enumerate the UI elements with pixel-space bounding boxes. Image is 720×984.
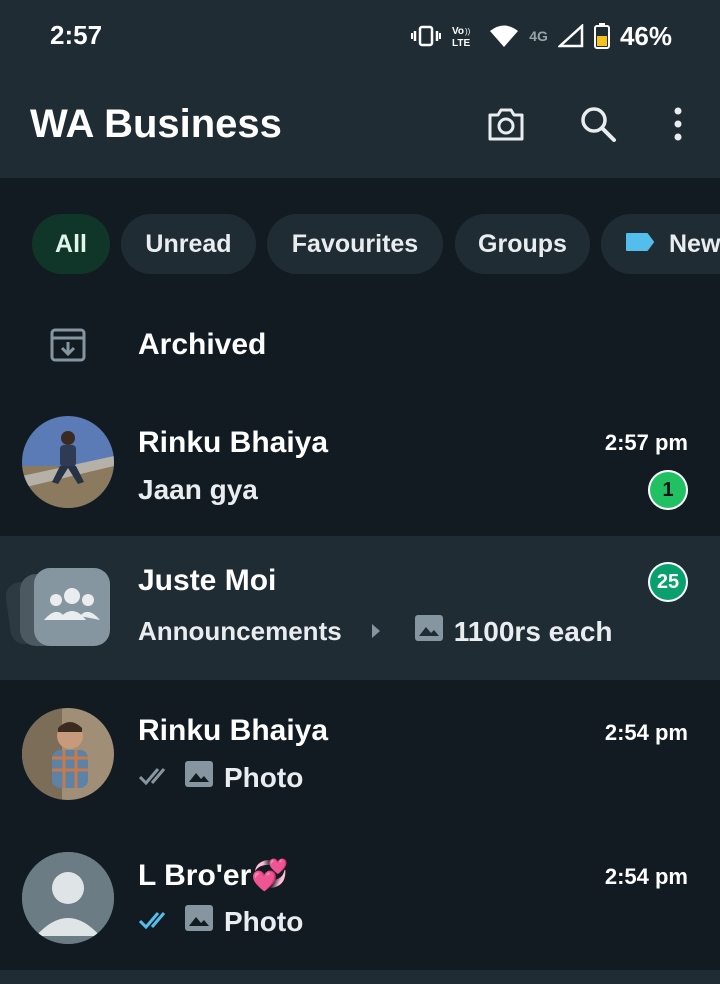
app-title: WA Business: [30, 102, 282, 146]
chat-preview-text: Jaan gya: [138, 474, 258, 505]
community-avatar: [4, 564, 114, 654]
chip-new[interactable]: New: [601, 214, 720, 274]
chip-unread[interactable]: Unread: [121, 214, 256, 274]
battery-percent: 46%: [619, 20, 672, 51]
chip-all-label: All: [55, 229, 87, 258]
unread-badge: 25: [648, 562, 688, 602]
announcement-group-label: Announcements: [138, 616, 342, 646]
network-type-label: 4G: [529, 28, 548, 44]
chip-new-label: New: [669, 229, 720, 258]
chat-row[interactable]: Rinku Bhaiya 2:54 pm Photo: [0, 690, 720, 830]
chat-name: Juste Moi: [138, 564, 277, 597]
chip-unread-label: Unread: [145, 229, 232, 258]
chip-groups-label: Groups: [478, 229, 567, 258]
chip-groups[interactable]: Groups: [455, 214, 590, 274]
archived-row[interactable]: Archived: [0, 300, 720, 390]
archived-label: Archived: [138, 328, 267, 361]
chip-favourites[interactable]: Favourites: [267, 214, 443, 274]
chip-favourites-label: Favourites: [291, 229, 419, 258]
chat-preview-text: Photo: [224, 761, 304, 793]
battery-icon: [593, 23, 610, 49]
chat-name: L Bro'er💞: [138, 859, 289, 892]
status-time: 2:57: [50, 20, 103, 50]
chat-name: Rinku Bhaiya: [138, 426, 329, 459]
status-icons: Vo)) LTE 4G 46%: [411, 18, 672, 54]
chip-all[interactable]: All: [32, 214, 110, 274]
double-tick-read-icon: [138, 906, 174, 938]
chat-preview: Photo: [138, 904, 303, 939]
chat-preview: Photo: [138, 760, 303, 795]
avatar-placeholder: [22, 852, 114, 944]
avatar: [22, 708, 114, 800]
svg-text:)): )): [465, 27, 471, 36]
chat-row[interactable]: Juste Moi 25 Announcements 1100rs each: [0, 536, 720, 680]
svg-text:LTE: LTE: [452, 38, 470, 49]
unread-badge: 1: [648, 470, 688, 510]
app-bar: WA Business: [0, 72, 720, 178]
camera-icon[interactable]: [484, 102, 528, 146]
signal-icon: [557, 24, 584, 48]
chat-name: Rinku Bhaiya: [138, 714, 329, 747]
chat-row[interactable]: Rinku Bhaiya 2:57 pm Jaan gya 1: [0, 398, 720, 534]
chat-time: 2:54 pm: [604, 720, 688, 745]
image-icon: [184, 760, 214, 795]
image-icon: [184, 904, 214, 939]
chat-row[interactable]: L Bro'er💞 2:54 pm Photo: [0, 834, 720, 970]
avatar: [22, 416, 114, 508]
double-tick-icon: [138, 762, 174, 794]
archive-icon: [48, 324, 92, 368]
vibrate-icon: [411, 24, 442, 48]
chat-preview: Announcements 1100rs each: [138, 614, 613, 649]
wifi-icon: [489, 24, 519, 48]
label-tag-icon: [625, 230, 655, 259]
chat-preview: Jaan gya: [138, 474, 258, 506]
svg-text:Vo: Vo: [452, 26, 464, 37]
chat-preview-text: 1100rs each: [453, 615, 613, 647]
search-icon[interactable]: [576, 102, 620, 146]
filter-chips: All Unread Favourites Groups New: [0, 214, 720, 276]
chat-time: 2:57 pm: [604, 430, 688, 455]
more-vert-icon[interactable]: [656, 102, 700, 146]
status-bar: 2:57 Vo)) LTE 4G 46%: [0, 0, 720, 72]
chevron-right-icon: [370, 616, 382, 647]
chat-time: 2:54 pm: [604, 864, 688, 889]
volte-icon: Vo)) LTE: [451, 23, 479, 49]
chat-preview-text: Photo: [224, 905, 304, 937]
image-icon: [414, 614, 444, 649]
bottom-divider: [0, 970, 720, 984]
